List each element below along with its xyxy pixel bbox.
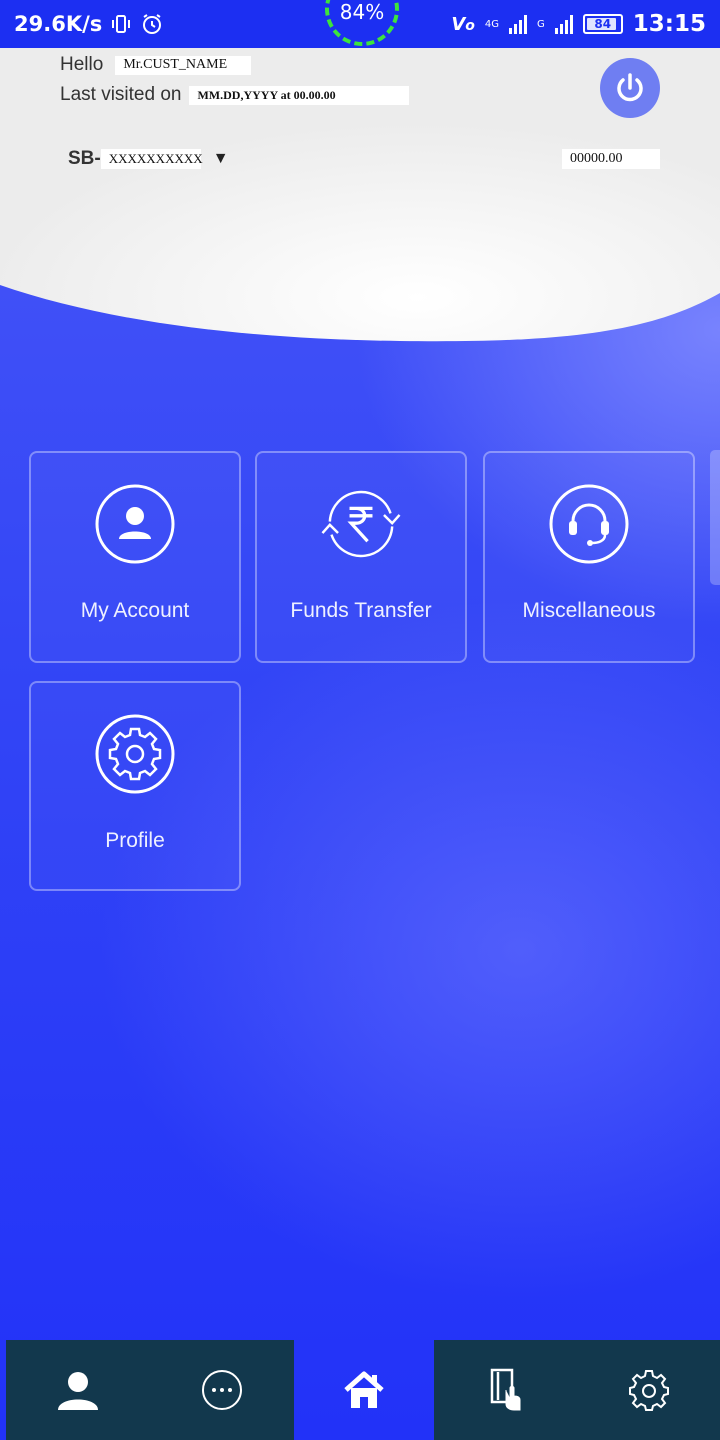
battery-level: 84 xyxy=(594,17,612,31)
bottom-nav xyxy=(6,1340,720,1440)
tile-profile[interactable]: Profile xyxy=(29,681,241,891)
user-circle-icon xyxy=(94,483,176,565)
account-number: XXXXXXXXXX xyxy=(100,149,203,169)
tile-funds-transfer[interactable]: Funds Transfer xyxy=(255,451,467,663)
clock: 13:15 xyxy=(632,11,706,37)
net-4g-label-1: 4G xyxy=(484,18,500,30)
last-visited-value: MM.DD,YYYY at 00.00.00 xyxy=(189,85,410,105)
nav-settings[interactable] xyxy=(578,1340,720,1440)
chevron-down-icon[interactable]: ▼ xyxy=(213,150,229,168)
last-visited: Last visited on MM.DD,YYYY at 00.00.00 xyxy=(60,84,410,106)
tile-label: My Account xyxy=(80,599,190,622)
tile-label: Funds Transfer xyxy=(290,599,432,622)
last-visited-label: Last visited on xyxy=(60,84,182,105)
hello-label: Hello xyxy=(60,54,104,75)
signal-icon-2 xyxy=(554,14,573,34)
net-g-label: G xyxy=(537,18,545,30)
account-balance: 00000.00 xyxy=(562,149,660,169)
gear-circle-icon xyxy=(94,713,176,795)
nav-more[interactable] xyxy=(150,1340,294,1440)
nav-home[interactable] xyxy=(294,1340,434,1440)
home-icon xyxy=(344,1371,384,1408)
battery-ring-percent: 84% xyxy=(339,0,385,24)
status-bar: 29.6K/s 84% VVoo 4G G 84 13:15 xyxy=(0,0,720,48)
battery-icon: 84 xyxy=(582,14,623,34)
customer-name: Mr.CUST_NAME xyxy=(115,55,252,75)
logout-button[interactable] xyxy=(600,58,660,118)
power-icon xyxy=(617,73,643,102)
headset-icon xyxy=(548,483,630,565)
tile-label: Miscellaneous xyxy=(522,599,656,622)
card-tap-icon xyxy=(490,1368,521,1411)
volte-icon: VVoo xyxy=(451,13,475,35)
alarm-icon xyxy=(143,14,162,34)
nav-account[interactable] xyxy=(6,1340,150,1440)
settings-icon xyxy=(629,1370,669,1411)
net-speed: 29.6K/s xyxy=(14,12,103,36)
account-selector[interactable]: SB- XXXXXXXXXX ▼ xyxy=(68,148,229,170)
rupee-transfer-icon xyxy=(320,483,402,565)
vibrate-icon xyxy=(112,15,131,33)
signal-icon-1 xyxy=(509,14,528,34)
more-icon xyxy=(202,1370,242,1410)
greeting: Hello Mr.CUST_NAME xyxy=(60,54,252,76)
nav-cards[interactable] xyxy=(434,1340,578,1440)
tile-my-account[interactable]: My Account xyxy=(29,451,241,663)
scroll-indicator xyxy=(710,450,720,585)
account-header: Hello Mr.CUST_NAME Last visited on MM.DD… xyxy=(0,48,720,348)
tile-label: Profile xyxy=(105,829,165,852)
account-prefix: SB- xyxy=(68,148,101,169)
battery-ring: 84% xyxy=(325,0,399,46)
tile-miscellaneous[interactable]: Miscellaneous xyxy=(483,451,695,663)
user-icon xyxy=(58,1372,98,1410)
